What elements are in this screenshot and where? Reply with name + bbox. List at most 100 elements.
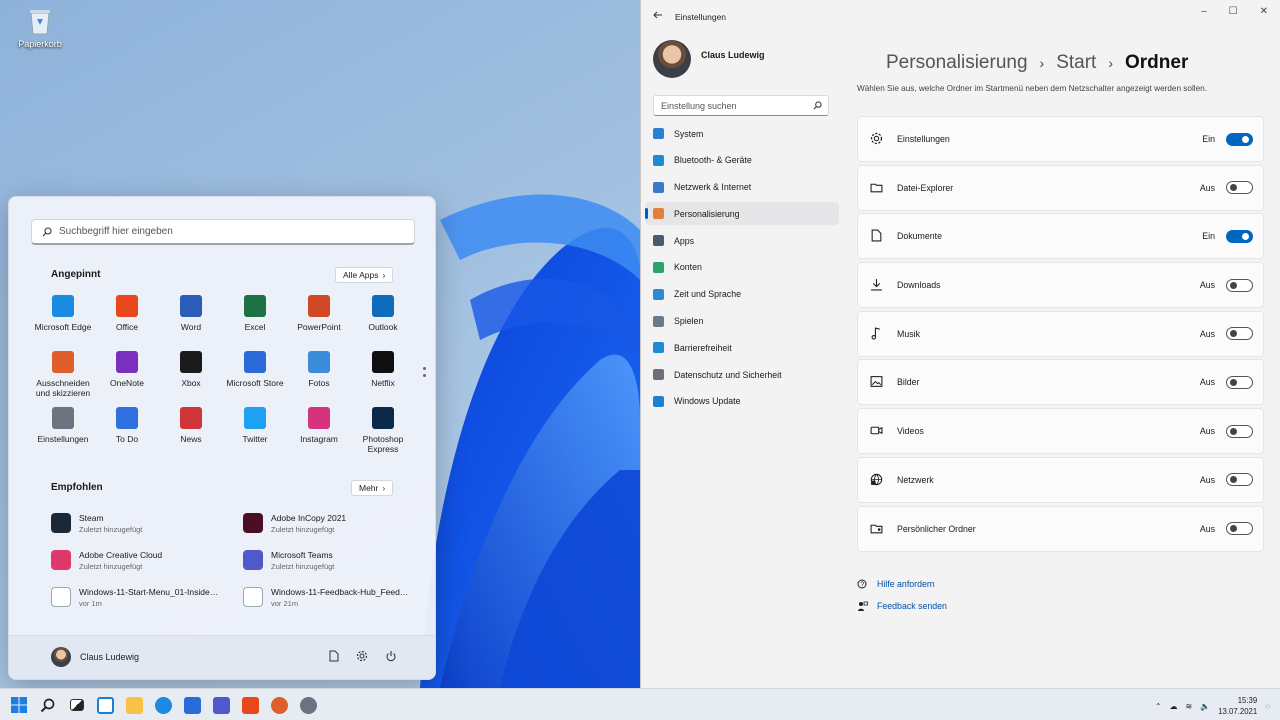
pinned-app[interactable]: OneNote xyxy=(95,351,159,388)
recommended-item[interactable]: Microsoft Teams Zuletzt hinzugefügt xyxy=(243,545,418,575)
onenote-icon xyxy=(116,351,138,373)
toggle-switch[interactable] xyxy=(1226,522,1253,535)
breadcrumb-item-start[interactable]: Start xyxy=(1056,52,1096,74)
minimize-icon[interactable]: – xyxy=(1201,6,1207,17)
image-file-icon xyxy=(51,587,71,607)
sidebar-item-konten[interactable]: Konten xyxy=(645,256,839,279)
close-icon[interactable]: ✕ xyxy=(1260,6,1268,17)
breadcrumb-item-personalisierung[interactable]: Personalisierung xyxy=(886,52,1028,74)
recommended-item[interactable]: Adobe InCopy 2021 Zuletzt hinzugefügt xyxy=(243,508,418,538)
pinned-app[interactable]: Fotos xyxy=(287,351,351,388)
network-icon xyxy=(870,473,883,486)
toggle-state-label: Ein xyxy=(1202,134,1215,144)
pinned-app[interactable]: Xbox xyxy=(159,351,223,388)
recycle-bin[interactable]: Papierkorb xyxy=(18,6,62,49)
sidebar-item-barrierefreiheit[interactable]: Barrierefreiheit xyxy=(645,336,839,359)
page-indicator[interactable] xyxy=(423,367,427,381)
cloud-icon[interactable]: ☁ xyxy=(1170,702,1178,711)
chevron-up-icon[interactable]: ⌃ xyxy=(1155,702,1162,711)
pinned-app[interactable]: To Do xyxy=(95,407,159,444)
recommended-title: Windows-11-Feedback-Hub_Feedb... xyxy=(271,586,411,597)
sidebar-item-spielen[interactable]: Spielen xyxy=(645,310,839,333)
sidebar-item-datenschutz-und-sicherheit[interactable]: Datenschutz und Sicherheit xyxy=(645,363,839,386)
settings-search-input[interactable]: Einstellung suchen xyxy=(653,95,829,116)
toggle-switch[interactable] xyxy=(1226,375,1253,389)
help-link[interactable]: ? Hilfe anfordern xyxy=(857,573,947,595)
pinned-app[interactable]: Ausschneiden und skizzieren xyxy=(31,351,95,398)
clock[interactable]: 15:39 13.07.2021 xyxy=(1218,695,1257,717)
feedback-link[interactable]: Feedback senden xyxy=(857,595,947,617)
recommended-item[interactable]: Windows-11-Feedback-Hub_Feedb... vor 21m xyxy=(243,582,418,612)
task-view-button[interactable] xyxy=(62,694,91,716)
recommended-item[interactable]: Windows-11-Start-Menu_01-Insider... vor 1… xyxy=(51,582,226,612)
sidebar-item-zeit-und-sprache[interactable]: Zeit und Sprache xyxy=(645,283,839,306)
pinned-app[interactable]: Netflix xyxy=(351,351,415,388)
store-button[interactable] xyxy=(178,694,207,716)
maximize-icon[interactable]: ☐ xyxy=(1229,6,1238,17)
sidebar-item-label: Barrierefreiheit xyxy=(674,342,732,353)
snip-sketch-icon xyxy=(271,696,288,714)
pinned-app-label: Photoshop Express xyxy=(362,434,404,454)
toggle-state-label: Aus xyxy=(1199,523,1215,534)
recommended-item[interactable]: Steam Zuletzt hinzugefügt xyxy=(51,508,226,538)
toggle-switch[interactable] xyxy=(1226,229,1253,243)
taskbar-search-button[interactable] xyxy=(33,694,62,716)
pinned-app[interactable]: Outlook xyxy=(351,295,415,332)
pinned-app[interactable]: Microsoft Edge xyxy=(31,295,95,332)
pinned-app[interactable]: Twitter xyxy=(223,407,287,444)
settings-taskbar-button[interactable] xyxy=(294,694,323,716)
sidebar-item-apps[interactable]: Apps xyxy=(645,229,839,252)
pinned-app[interactable]: Office xyxy=(95,295,159,332)
feedback-icon xyxy=(858,601,868,611)
sidebar-item-label: Windows Update xyxy=(674,396,741,407)
edge-button[interactable] xyxy=(149,694,178,716)
widgets-button[interactable] xyxy=(91,694,120,716)
pinned-app[interactable]: Microsoft Store xyxy=(223,351,287,388)
recommended-item[interactable]: Adobe Creative Cloud Zuletzt hinzugefügt xyxy=(51,545,226,575)
start-button[interactable] xyxy=(4,694,33,716)
office-button[interactable] xyxy=(236,694,265,716)
wifi-icon[interactable]: ≋ xyxy=(1186,702,1193,711)
pinned-app[interactable]: Einstellungen xyxy=(31,407,95,444)
file-explorer-button[interactable] xyxy=(120,694,149,716)
pinned-app-label: Xbox xyxy=(181,378,201,388)
pinned-app[interactable]: Word xyxy=(159,295,223,332)
gear-icon[interactable] xyxy=(356,650,368,662)
all-apps-button[interactable]: Alle Apps › xyxy=(335,267,394,283)
toggle-switch[interactable] xyxy=(1226,181,1253,195)
sidebar-item-windows-update[interactable]: Windows Update xyxy=(645,390,839,413)
pinned-app-label: Outlook xyxy=(368,322,398,332)
page-description: Wählen Sie aus, welche Ordner im Startme… xyxy=(857,84,1207,93)
settings-search-placeholder: Einstellung suchen xyxy=(661,101,737,111)
toggle-switch[interactable] xyxy=(1226,424,1253,438)
nav-icon xyxy=(653,154,664,166)
back-arrow-icon[interactable] xyxy=(653,10,663,20)
profile-header[interactable]: Claus Ludewig xyxy=(653,40,765,78)
teams-button[interactable] xyxy=(207,694,236,716)
sidebar-item-personalisierung[interactable]: Personalisierung xyxy=(645,202,839,226)
snip-sketch-button[interactable] xyxy=(265,694,294,716)
pinned-app[interactable]: Excel xyxy=(223,295,287,332)
power-icon[interactable] xyxy=(385,650,397,662)
volume-icon[interactable]: 🔈 xyxy=(1200,702,1210,711)
user-account-button[interactable]: Claus Ludewig xyxy=(51,647,139,667)
toggle-switch[interactable] xyxy=(1226,327,1253,341)
notification-icon[interactable]: ◌ xyxy=(1265,702,1270,711)
more-button[interactable]: Mehr › xyxy=(351,480,394,496)
pinned-app[interactable]: News xyxy=(159,407,223,444)
nav-icon xyxy=(653,181,664,193)
sidebar-item-netzwerk-internet[interactable]: Netzwerk & Internet xyxy=(645,176,839,199)
toggle-switch[interactable] xyxy=(1226,132,1253,146)
toggle-switch[interactable] xyxy=(1226,278,1253,292)
sidebar-item-system[interactable]: System xyxy=(645,122,839,145)
recommended-subtitle: Zuletzt hinzugefügt xyxy=(79,524,143,534)
document-icon[interactable] xyxy=(328,650,339,662)
pinned-app-label: Word xyxy=(180,322,202,332)
pinned-app[interactable]: PowerPoint xyxy=(287,295,351,332)
toggle-switch[interactable] xyxy=(1226,473,1253,487)
store-icon xyxy=(244,351,266,373)
pinned-app[interactable]: Instagram xyxy=(287,407,351,444)
sidebar-item-bluetooth-geräte[interactable]: Bluetooth- & Geräte xyxy=(645,149,839,172)
pinned-app[interactable]: Photoshop Express xyxy=(351,407,415,454)
start-search-box[interactable]: Suchbegriff hier eingeben xyxy=(31,219,415,245)
